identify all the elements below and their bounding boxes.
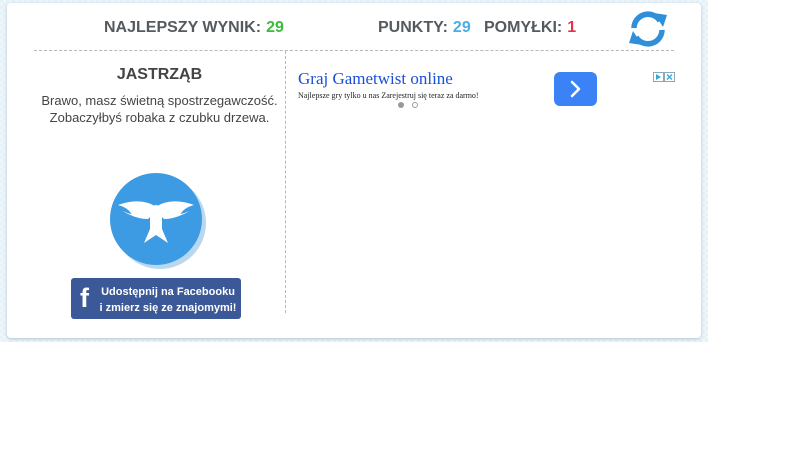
hawk-badge bbox=[108, 171, 208, 271]
chevron-right-icon bbox=[570, 80, 581, 98]
refresh-icon bbox=[629, 11, 667, 47]
errors: POMYŁKI: 1 bbox=[484, 19, 576, 37]
carousel-dot-active[interactable] bbox=[398, 102, 404, 108]
ad-title-link[interactable]: Graj Gametwist online bbox=[298, 69, 453, 89]
refresh-button[interactable] bbox=[627, 10, 669, 48]
hawk-icon bbox=[110, 173, 206, 269]
advertisement: Graj Gametwist online Najlepsze gry tylk… bbox=[287, 51, 701, 121]
facebook-share-button[interactable]: f Udostępnij na Facebooku i zmierz się z… bbox=[71, 278, 241, 319]
best-score: NAJLEPSZY WYNIK: 29 bbox=[104, 19, 284, 37]
errors-value: 1 bbox=[567, 19, 577, 36]
result-description-line1: Brawo, masz świetną spostrzegawczość. bbox=[41, 93, 278, 108]
best-score-value: 29 bbox=[266, 19, 284, 36]
result-title: JASTRZĄB bbox=[116, 66, 203, 83]
ad-open-button[interactable] bbox=[554, 72, 597, 106]
ad-subtitle: Najlepsze gry tylko u nas Zarejestruj si… bbox=[298, 91, 479, 100]
points: PUNKTY: 29 bbox=[378, 19, 471, 37]
best-score-label: NAJLEPSZY WYNIK: bbox=[104, 19, 262, 36]
score-bar: NAJLEPSZY WYNIK: 29 PUNKTY: 29 POMYŁKI: 1 bbox=[7, 3, 701, 51]
errors-label: POMYŁKI: bbox=[484, 19, 563, 36]
points-value: 29 bbox=[452, 19, 471, 36]
share-button-label-line2: i zmierz się ze znajomymi! bbox=[99, 302, 237, 314]
result-description: Brawo, masz świetną spostrzegawczość. Zo… bbox=[34, 92, 285, 126]
vertical-divider bbox=[285, 51, 286, 313]
carousel-dot[interactable] bbox=[412, 102, 418, 108]
facebook-icon: f bbox=[80, 283, 89, 313]
points-label: PUNKTY: bbox=[378, 19, 448, 36]
result-panel: JASTRZĄB Brawo, masz świetną spostrzegaw… bbox=[34, 51, 285, 319]
quiz-result-card: NAJLEPSZY WYNIK: 29 PUNKTY: 29 POMYŁKI: 1 J… bbox=[7, 3, 701, 338]
result-description-line2: Zobaczyłbyś robaka z czubku drzewa. bbox=[49, 110, 270, 125]
share-button-label-line1: Udostępnij na Facebooku bbox=[101, 286, 235, 298]
ad-choices-icon[interactable] bbox=[653, 69, 675, 87]
